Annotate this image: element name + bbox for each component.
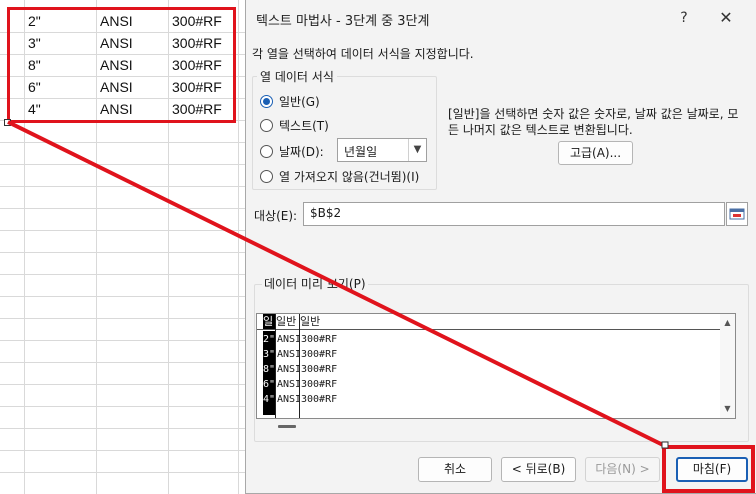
preview-cell: ANSI bbox=[277, 394, 299, 405]
scroll-thumb[interactable] bbox=[278, 425, 296, 428]
radio-button[interactable] bbox=[260, 118, 273, 132]
grid-line bbox=[0, 296, 245, 297]
cancel-button[interactable]: 취소 bbox=[418, 457, 492, 482]
range-picker-glyph bbox=[729, 208, 745, 220]
radio-general[interactable]: 일반(G) bbox=[260, 92, 320, 110]
preview-header-col1[interactable]: 일 bbox=[263, 314, 275, 329]
radio-date[interactable]: 날짜(D): bbox=[260, 142, 324, 160]
fill-handle[interactable] bbox=[4, 119, 11, 126]
destination-input[interactable]: $B$2 bbox=[303, 202, 725, 226]
vertical-scrollbar[interactable]: ▲ ▼ bbox=[720, 314, 735, 418]
grid-line bbox=[0, 252, 245, 253]
horizontal-scrollbar[interactable] bbox=[256, 420, 736, 436]
grid-line bbox=[0, 450, 245, 451]
grid-line bbox=[0, 362, 245, 363]
grid-line bbox=[238, 0, 239, 494]
dialog-title: 텍스트 마법사 - 3단계 중 3단계 bbox=[256, 14, 430, 29]
preview-header-col2[interactable]: 일반 bbox=[276, 314, 299, 329]
grid-line bbox=[0, 230, 245, 231]
column-format-legend: 열 데이터 서식 bbox=[257, 68, 337, 85]
preview-cell: 300#RF bbox=[301, 379, 338, 390]
preview-cell: 300#RF bbox=[301, 364, 338, 375]
grid-line bbox=[0, 428, 245, 429]
title-bar[interactable]: 텍스트 마법사 - 3단계 중 3단계 ? ✕ bbox=[246, 0, 756, 36]
data-preview-pane[interactable]: 일 일반 일반 2" ANSI 300#RF 3" ANSI 300#RF 8"… bbox=[256, 313, 736, 419]
radio-date-label: 날짜(D): bbox=[279, 144, 324, 159]
finish-highlight-box bbox=[662, 445, 755, 493]
preview-header-col3[interactable]: 일반 bbox=[300, 314, 360, 329]
preview-cell: 3" bbox=[263, 347, 275, 362]
text-wizard-dialog: 텍스트 마법사 - 3단계 중 3단계 ? ✕ 각 열을 선택하여 데이터 서식… bbox=[245, 0, 756, 494]
grid-line bbox=[0, 384, 245, 385]
radio-skip-label: 열 가져오지 않음(건너뜀)(I) bbox=[279, 169, 420, 184]
radio-text-label: 텍스트(T) bbox=[279, 118, 329, 133]
grid-line bbox=[0, 186, 245, 187]
instruction-text: 각 열을 선택하여 데이터 서식을 지정합니다. bbox=[252, 47, 474, 61]
preview-cell: ANSI bbox=[277, 349, 299, 360]
preview-cell: 300#RF bbox=[301, 349, 338, 360]
grid-line bbox=[0, 164, 245, 165]
grid-line bbox=[0, 340, 245, 341]
radio-button[interactable] bbox=[260, 169, 273, 183]
column-separator bbox=[275, 314, 276, 418]
grid-line bbox=[0, 142, 245, 143]
advanced-button[interactable]: 고급(A)... bbox=[558, 141, 633, 165]
grid-line bbox=[0, 274, 245, 275]
grid-line bbox=[0, 406, 245, 407]
date-format-value: 년월일 bbox=[344, 145, 378, 159]
radio-button[interactable] bbox=[260, 144, 273, 158]
preview-header-row: 일 일반 일반 bbox=[257, 314, 720, 330]
preview-cell: 300#RF bbox=[301, 394, 338, 405]
column-separator bbox=[299, 314, 300, 418]
preview-cell: 2" bbox=[263, 332, 275, 347]
format-description: [일반]을 선택하면 숫자 값은 숫자로, 날짜 값은 날짜로, 모든 나머지 … bbox=[448, 107, 739, 137]
chevron-down-icon[interactable]: ▼ bbox=[408, 139, 426, 161]
preview-cell: ANSI bbox=[277, 364, 299, 375]
destination-label: 대상(E): bbox=[254, 209, 298, 223]
back-button[interactable]: < 뒤로(B) bbox=[501, 457, 576, 482]
preview-cell: 300#RF bbox=[301, 334, 338, 345]
range-selector-icon[interactable] bbox=[726, 202, 748, 226]
next-button[interactable]: 다음(N) > bbox=[585, 457, 660, 482]
preview-cell: 6" bbox=[263, 377, 275, 392]
radio-general-label: 일반(G) bbox=[279, 94, 320, 109]
radio-button-checked[interactable] bbox=[260, 94, 273, 108]
preview-cell: ANSI bbox=[277, 334, 299, 345]
selection-highlight-box bbox=[7, 7, 236, 123]
grid-line bbox=[0, 318, 245, 319]
preview-cell: 8" bbox=[263, 362, 275, 377]
preview-cell: 4" bbox=[263, 392, 275, 407]
grid-line bbox=[0, 208, 245, 209]
preview-legend: 데이터 미리 보기(P) bbox=[262, 275, 368, 292]
grid-line bbox=[0, 472, 245, 473]
help-button[interactable]: ? bbox=[674, 8, 694, 28]
date-format-select[interactable]: 년월일 ▼ bbox=[337, 138, 427, 162]
close-button[interactable]: ✕ bbox=[714, 6, 738, 30]
radio-skip-column[interactable]: 열 가져오지 않음(건너뜀)(I) bbox=[260, 167, 419, 185]
preview-cell: ANSI bbox=[277, 379, 299, 390]
scroll-down-icon[interactable]: ▼ bbox=[720, 402, 735, 416]
radio-text[interactable]: 텍스트(T) bbox=[260, 116, 329, 134]
scroll-up-icon[interactable]: ▲ bbox=[720, 316, 735, 330]
